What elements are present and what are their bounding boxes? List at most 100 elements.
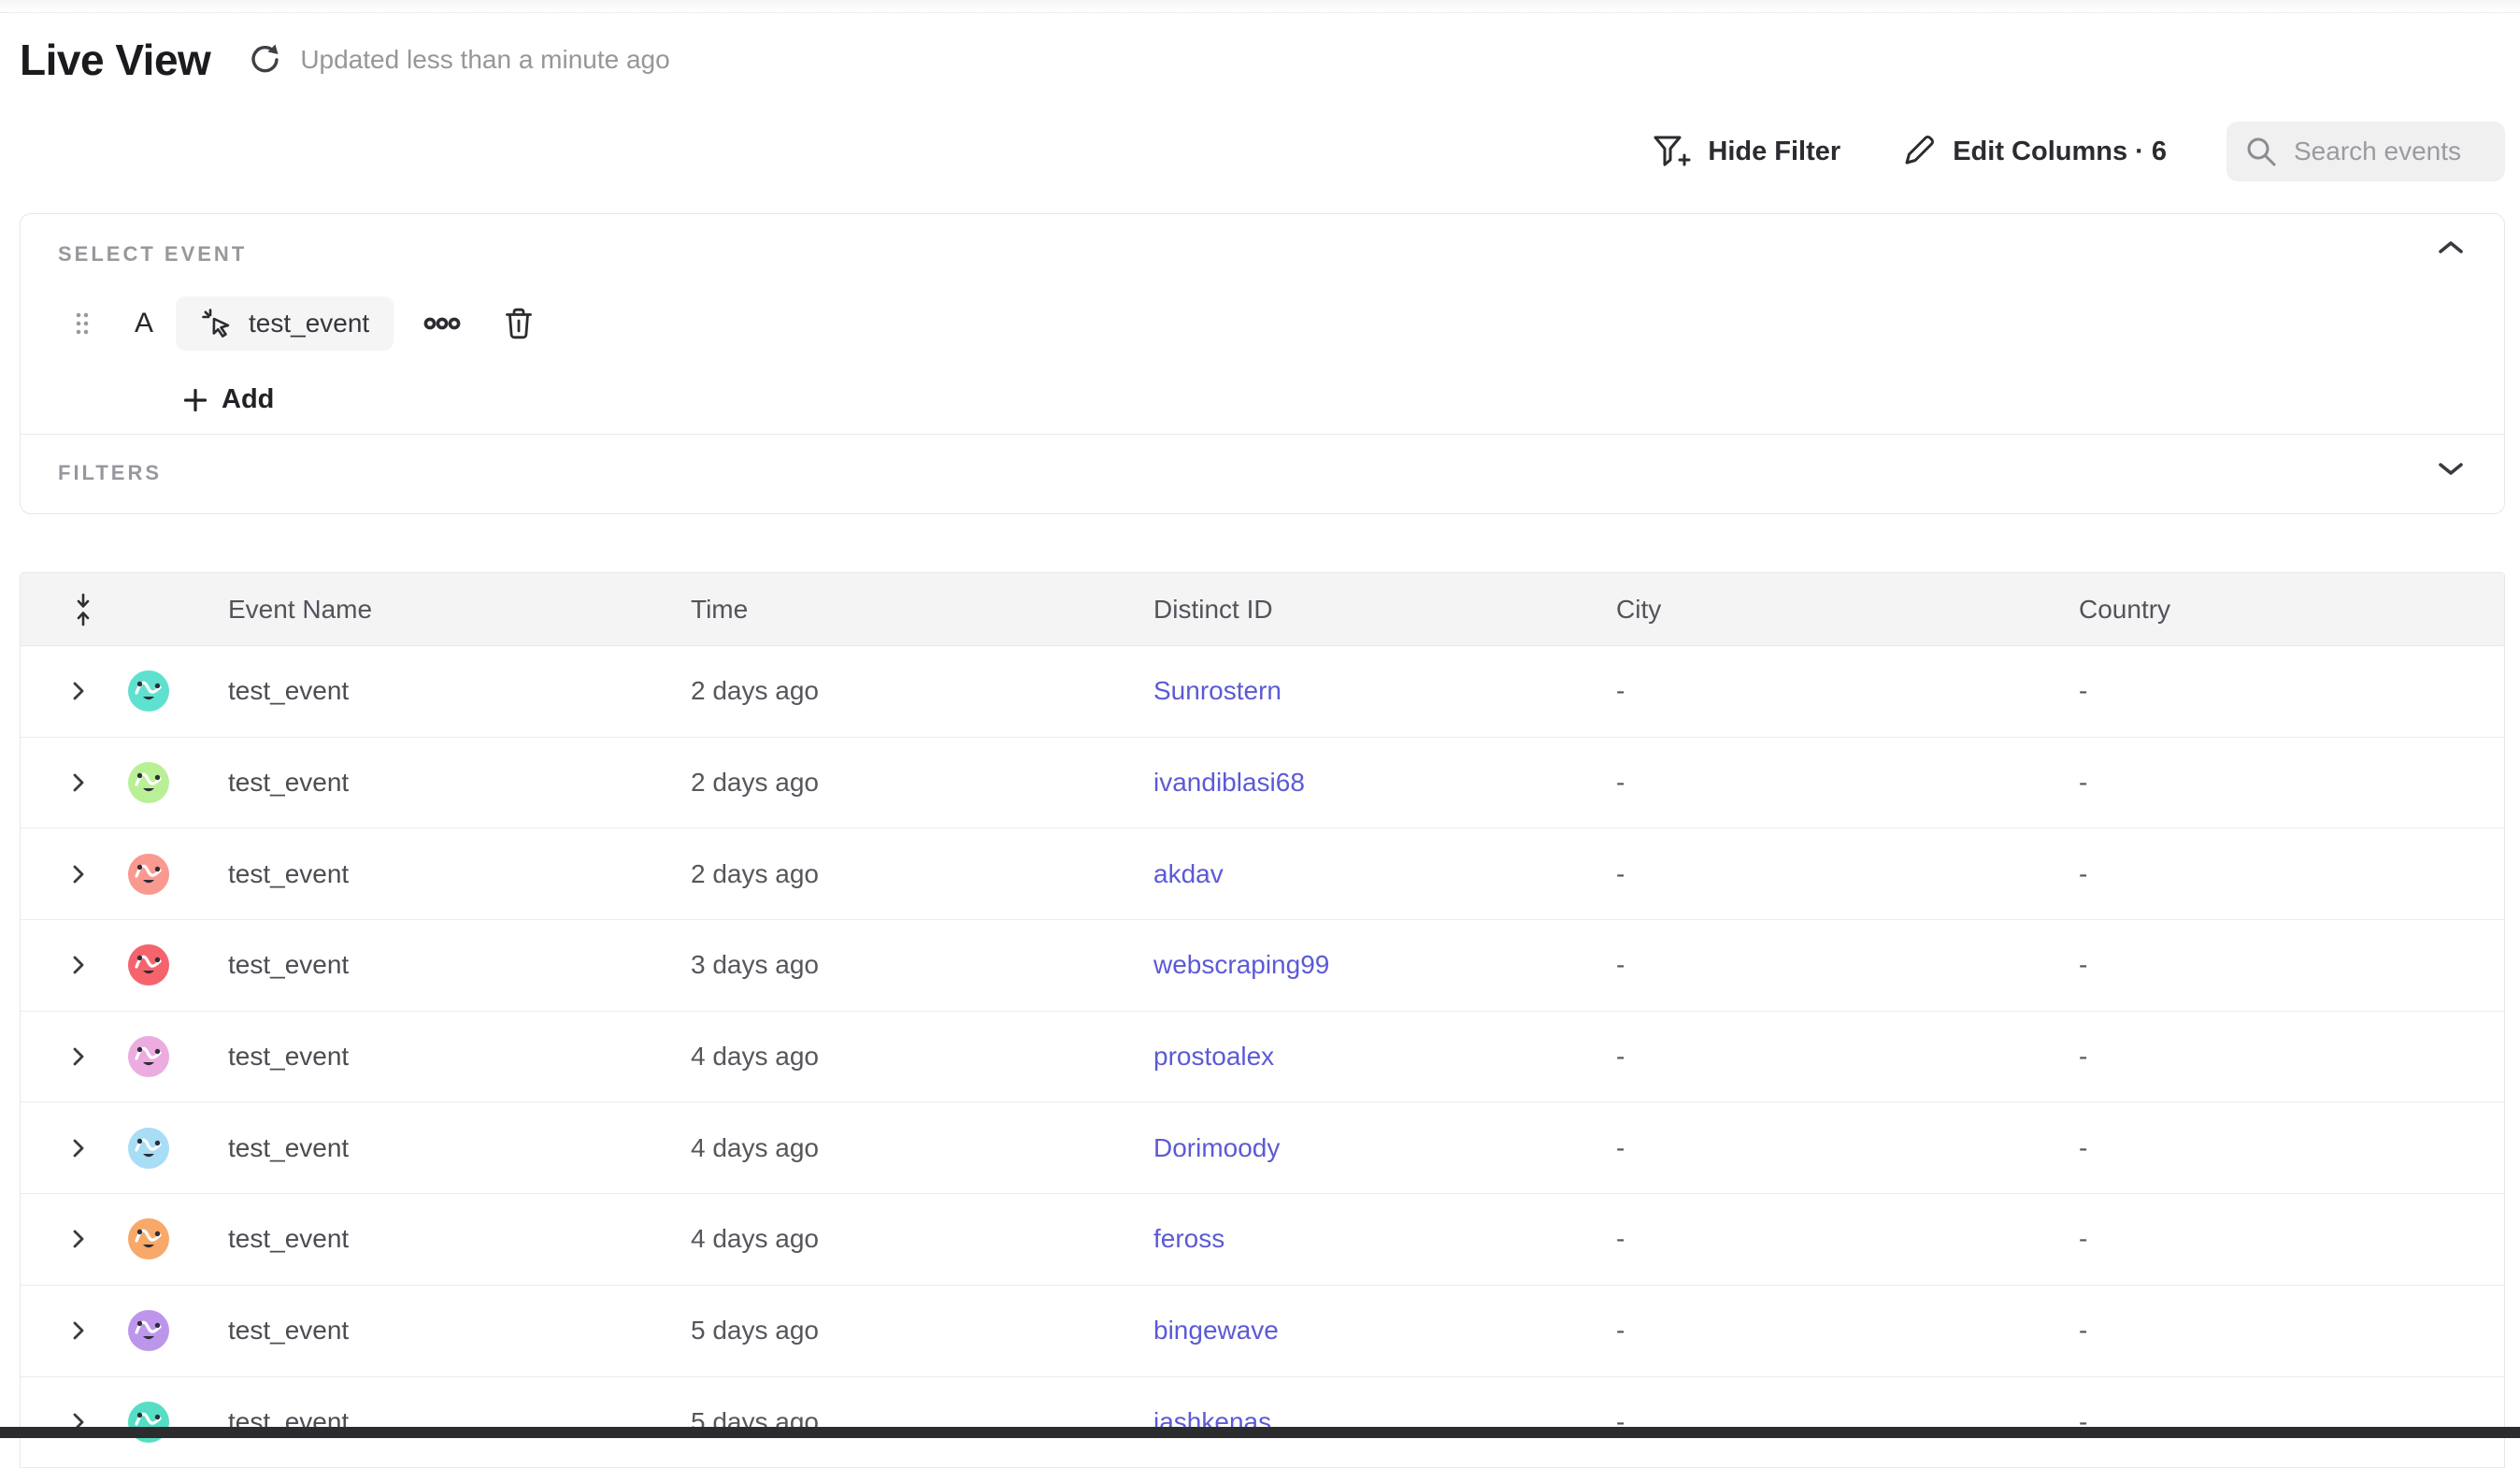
row-expand-button[interactable] bbox=[71, 1045, 86, 1068]
city-cell: - bbox=[1597, 1133, 2060, 1163]
table-row[interactable]: test_event 2 days ago ivandiblasi68 - - bbox=[21, 738, 2504, 829]
row-expand-button[interactable] bbox=[71, 863, 86, 885]
collapse-select-event-button[interactable] bbox=[2431, 233, 2470, 261]
distinct-id-link[interactable]: ivandiblasi68 bbox=[1153, 768, 1305, 797]
filters-label: FILTERS bbox=[58, 461, 2467, 485]
updated-status: Updated less than a minute ago bbox=[300, 45, 669, 75]
row-expand-button[interactable] bbox=[71, 680, 86, 702]
chevron-up-icon bbox=[2437, 238, 2465, 255]
user-avatar bbox=[127, 669, 170, 712]
user-avatar bbox=[127, 761, 170, 804]
time-cell: 5 days ago bbox=[672, 1316, 1135, 1346]
more-options-button[interactable] bbox=[420, 312, 465, 335]
arrows-to-center-icon bbox=[71, 593, 95, 626]
distinct-id-link[interactable]: feross bbox=[1153, 1224, 1224, 1253]
country-cell: - bbox=[2060, 859, 2504, 889]
search-input[interactable] bbox=[2292, 136, 2488, 167]
column-header-country: Country bbox=[2060, 595, 2504, 625]
row-expand-button[interactable] bbox=[71, 771, 86, 794]
row-expand-button[interactable] bbox=[71, 954, 86, 976]
time-cell: 2 days ago bbox=[672, 859, 1135, 889]
country-cell: - bbox=[2060, 768, 2504, 798]
table-row[interactable]: test_event 4 days ago feross - - bbox=[21, 1194, 2504, 1286]
time-cell: 4 days ago bbox=[672, 1224, 1135, 1254]
collapse-rows-button[interactable] bbox=[71, 593, 95, 626]
chevron-right-icon bbox=[71, 1319, 86, 1342]
table-row[interactable]: test_event 2 days ago Sunrostern - - bbox=[21, 646, 2504, 738]
city-cell: - bbox=[1597, 768, 2060, 798]
event-name-cell: test_event bbox=[209, 1224, 672, 1254]
distinct-id-link[interactable]: prostoalex bbox=[1153, 1042, 1274, 1071]
distinct-id-link[interactable]: webscraping99 bbox=[1153, 950, 1329, 979]
selected-event-name: test_event bbox=[249, 309, 369, 338]
select-event-section: SELECT EVENT A bbox=[21, 214, 2504, 434]
user-avatar bbox=[127, 1217, 170, 1260]
chevron-right-icon bbox=[71, 954, 86, 976]
user-avatar bbox=[127, 1035, 170, 1078]
bottom-bar bbox=[0, 1427, 2520, 1438]
row-expand-button[interactable] bbox=[71, 1228, 86, 1250]
distinct-id-link[interactable]: bingewave bbox=[1153, 1316, 1279, 1345]
city-cell: - bbox=[1597, 1224, 2060, 1254]
user-avatar bbox=[127, 1309, 170, 1352]
country-cell: - bbox=[2060, 950, 2504, 980]
event-name-cell: test_event bbox=[209, 676, 672, 706]
city-cell: - bbox=[1597, 1042, 2060, 1072]
user-avatar bbox=[127, 853, 170, 896]
column-header-time: Time bbox=[672, 595, 1135, 625]
user-avatar bbox=[127, 943, 170, 986]
search-icon bbox=[2245, 136, 2277, 167]
search-box[interactable] bbox=[2226, 122, 2505, 181]
table-row[interactable]: test_event 4 days ago prostoalex - - bbox=[21, 1012, 2504, 1103]
delete-event-button[interactable] bbox=[500, 303, 537, 344]
hide-filter-button[interactable]: Hide Filter bbox=[1652, 134, 1840, 169]
distinct-id-link[interactable]: Sunrostern bbox=[1153, 676, 1281, 705]
table-row[interactable]: test_event 5 days ago bingewave - - bbox=[21, 1286, 2504, 1377]
table-row[interactable]: test_event 5 days ago jashkenas - - bbox=[21, 1377, 2504, 1468]
column-header-event-name: Event Name bbox=[209, 595, 672, 625]
chevron-right-icon bbox=[71, 1228, 86, 1250]
toolbar: Hide Filter Edit Columns · 6 bbox=[0, 122, 2505, 181]
row-expand-button[interactable] bbox=[71, 1137, 86, 1159]
expand-filters-button[interactable] bbox=[2431, 455, 2470, 483]
page-title: Live View bbox=[20, 34, 210, 86]
event-row: A test_event bbox=[73, 296, 2467, 351]
time-cell: 2 days ago bbox=[672, 676, 1135, 706]
chevron-right-icon bbox=[71, 680, 86, 702]
table-row[interactable]: test_event 2 days ago akdav - - bbox=[21, 828, 2504, 920]
query-builder-panel: SELECT EVENT A bbox=[20, 213, 2505, 514]
events-table: Event Name Time Distinct ID City Country bbox=[20, 572, 2505, 1468]
page-top-texture bbox=[0, 0, 2520, 13]
table-row[interactable]: test_event 3 days ago webscraping99 - - bbox=[21, 920, 2504, 1012]
country-cell: - bbox=[2060, 1316, 2504, 1346]
distinct-id-link[interactable]: akdav bbox=[1153, 859, 1224, 888]
time-cell: 2 days ago bbox=[672, 768, 1135, 798]
distinct-id-cell: webscraping99 bbox=[1135, 950, 1597, 980]
distinct-id-link[interactable]: Dorimoody bbox=[1153, 1133, 1280, 1162]
edit-columns-button[interactable]: Edit Columns · 6 bbox=[1900, 134, 2167, 169]
table-body: test_event 2 days ago Sunrostern - - bbox=[21, 646, 2504, 1468]
plus-icon bbox=[182, 387, 208, 413]
table-row[interactable]: test_event 4 days ago Dorimoody - - bbox=[21, 1102, 2504, 1194]
refresh-icon bbox=[248, 43, 281, 77]
drag-handle-icon[interactable] bbox=[73, 310, 92, 337]
event-select-button[interactable]: test_event bbox=[176, 296, 394, 351]
refresh-button[interactable] bbox=[248, 43, 281, 77]
row-expand-button[interactable] bbox=[71, 1319, 86, 1342]
distinct-id-cell: bingewave bbox=[1135, 1316, 1597, 1346]
city-cell: - bbox=[1597, 950, 2060, 980]
distinct-id-cell: ivandiblasi68 bbox=[1135, 768, 1597, 798]
chevron-right-icon bbox=[71, 1045, 86, 1068]
cursor-click-icon bbox=[200, 307, 234, 340]
event-letter-label: A bbox=[135, 308, 153, 339]
country-cell: - bbox=[2060, 1133, 2504, 1163]
time-cell: 4 days ago bbox=[672, 1042, 1135, 1072]
country-cell: - bbox=[2060, 676, 2504, 706]
more-options-icon bbox=[423, 316, 461, 331]
country-cell: - bbox=[2060, 1042, 2504, 1072]
chevron-right-icon bbox=[71, 863, 86, 885]
add-event-button[interactable]: Add bbox=[182, 384, 274, 415]
funnel-plus-icon bbox=[1652, 134, 1691, 169]
distinct-id-cell: feross bbox=[1135, 1224, 1597, 1254]
city-cell: - bbox=[1597, 676, 2060, 706]
